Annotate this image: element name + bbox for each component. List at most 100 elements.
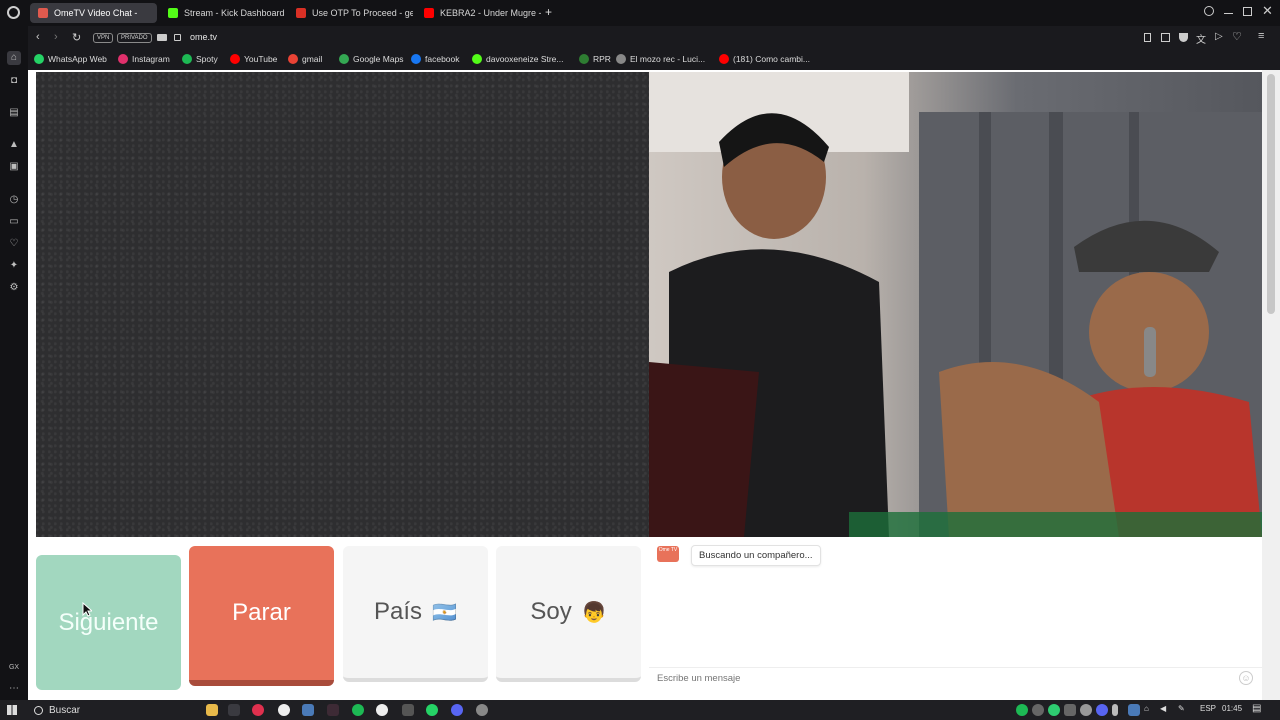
next-button[interactable]: Siguiente — [36, 555, 181, 690]
country-button[interactable]: País 🇦🇷 — [343, 546, 488, 682]
country-button-label: País — [374, 598, 423, 625]
shield-icon[interactable] — [1179, 33, 1188, 42]
active-browser-icon[interactable] — [327, 704, 339, 716]
tab-kebra2[interactable]: KEBRA2 - Under Mugre - — [416, 3, 541, 23]
bookmark-item[interactable]: gmail — [288, 54, 322, 64]
page-scrollbar[interactable] — [1262, 70, 1280, 700]
clock[interactable]: 01:45 — [1222, 704, 1242, 713]
back-arrow-icon[interactable]: ‹ — [36, 31, 40, 43]
search-tabs-icon[interactable] — [1204, 6, 1214, 16]
snapshot-icon[interactable] — [1161, 33, 1170, 42]
stop-button[interactable]: Parar — [189, 546, 334, 686]
gender-button[interactable]: Soy 👦 — [496, 546, 641, 682]
app-icon[interactable] — [278, 704, 290, 716]
notifications-icon[interactable]: ▤ — [1252, 703, 1261, 714]
bookmark-item[interactable]: davooxeneize Stre... — [472, 54, 564, 64]
pen-icon[interactable]: ✎ — [1178, 704, 1185, 713]
tabs-icon[interactable]: ▭ — [7, 215, 21, 229]
microphone-icon[interactable] — [1112, 704, 1118, 716]
maximize-button[interactable] — [1243, 7, 1252, 16]
camera-icon[interactable] — [157, 34, 167, 41]
tab-label: OmeTV Video Chat - — [54, 8, 138, 18]
heart-icon[interactable]: ♡ — [1232, 30, 1242, 43]
windows-start-icon[interactable] — [7, 705, 17, 715]
argentina-flag-icon: 🇦🇷 — [432, 601, 457, 624]
tray-app-icon[interactable] — [1064, 704, 1076, 716]
ometv-page: Siguiente Parar País 🇦🇷 Soy 👦 Ome TV Bus… — [28, 70, 1280, 700]
favorites-heart-icon[interactable]: ♡ — [7, 237, 21, 251]
gx-corner-icon[interactable]: ▤ — [7, 106, 21, 120]
twitch-icon[interactable]: ▣ — [7, 160, 21, 174]
tray-app-icon[interactable] — [1032, 704, 1044, 716]
bookmark-item[interactable]: Google Maps — [339, 54, 404, 64]
minimize-button[interactable] — [1224, 13, 1233, 14]
tray-steam-icon[interactable] — [1128, 704, 1140, 716]
bookmark-favicon-icon — [288, 54, 298, 64]
bookmarks-bar: WhatsApp Web Instagram Spoty YouTube gmail Go… — [28, 50, 1280, 70]
ometv-favicon-icon — [38, 8, 48, 18]
home-icon[interactable]: ⌂ — [7, 51, 21, 65]
new-tab-button[interactable]: + — [545, 5, 552, 19]
chat-panel: Ome TV Buscando un compañero... ☺ — [649, 540, 1262, 690]
bookmark-label: RPR — [593, 54, 611, 64]
terminal-icon[interactable] — [228, 704, 240, 716]
tray-status-icon[interactable] — [1048, 704, 1060, 716]
tray-spotify-icon[interactable] — [1016, 704, 1028, 716]
bookmark-item[interactable]: Spoty — [182, 54, 218, 64]
tab-otp[interactable]: Use OTP To Proceed - ge — [288, 3, 413, 23]
url-field[interactable]: ome.tv — [190, 32, 217, 42]
discord-icon[interactable] — [451, 704, 463, 716]
message-input[interactable] — [649, 667, 1262, 689]
more-icon[interactable]: ⋯ — [7, 682, 21, 696]
reload-icon[interactable]: ↻ — [72, 31, 81, 44]
bookmark-item[interactable]: RPR — [579, 54, 611, 64]
close-window-button[interactable]: ✕ — [1262, 3, 1273, 19]
gamepad-icon[interactable]: ◘ — [7, 74, 21, 88]
steam-icon[interactable] — [302, 704, 314, 716]
bookmark-favicon-icon — [118, 54, 128, 64]
scrollbar-thumb[interactable] — [1267, 74, 1275, 314]
bookmark-favicon-icon — [34, 54, 44, 64]
whatsapp-icon[interactable] — [426, 704, 438, 716]
tray-steam-icon[interactable] — [1080, 704, 1092, 716]
bookmark-label: Google Maps — [353, 54, 404, 64]
bookmark-item[interactable]: facebook — [411, 54, 460, 64]
sidebar: ⌂ ◘ ▤ ▲ ▣ ◷ ▭ ♡ ✦ ⚙ GX ⋯ — [0, 26, 28, 700]
file-explorer-icon[interactable] — [206, 704, 218, 716]
lock-icon[interactable] — [174, 34, 181, 41]
spotify-icon[interactable] — [352, 704, 364, 716]
private-badge[interactable]: PRIVADO — [117, 33, 152, 43]
vpn-badge[interactable]: VPN — [93, 33, 114, 43]
taskbar-search[interactable]: Buscar — [28, 702, 158, 718]
bookmark-item[interactable]: Instagram — [118, 54, 170, 64]
obs-icon[interactable] — [476, 704, 488, 716]
settings-gear-icon[interactable]: ⚙ — [7, 281, 21, 295]
gx-label[interactable]: GX — [7, 661, 21, 675]
play-icon[interactable]: ▷ — [1215, 31, 1223, 42]
clock-app-icon[interactable] — [376, 704, 388, 716]
bookmark-item[interactable]: WhatsApp Web — [34, 54, 107, 64]
emoji-icon[interactable]: ☺ — [1239, 671, 1253, 685]
player-icon[interactable]: ▲ — [7, 138, 21, 152]
tray-discord-icon[interactable] — [1096, 704, 1108, 716]
extensions-icon[interactable]: ✦ — [7, 259, 21, 273]
bookmark-page-icon[interactable] — [1144, 33, 1151, 42]
opera-gx-logo-icon[interactable] — [7, 6, 20, 19]
forward-arrow-icon[interactable]: › — [54, 31, 58, 43]
own-camera-video — [36, 72, 649, 537]
translate-icon[interactable]: 文 — [1196, 31, 1206, 46]
network-icon[interactable]: ⌂ — [1144, 704, 1149, 713]
tab-ometv[interactable]: OmeTV Video Chat - — [30, 3, 157, 23]
bookmark-item[interactable]: (181) Como cambi... — [719, 54, 810, 64]
wine-glass — [649, 362, 759, 537]
bookmark-item[interactable]: YouTube — [230, 54, 277, 64]
tab-kick-dashboard[interactable]: Stream - Kick Dashboard — [160, 3, 285, 23]
menu-icon[interactable]: ≡ — [1258, 30, 1264, 42]
history-icon[interactable]: ◷ — [7, 193, 21, 207]
bookmark-item[interactable]: El mozo rec - Luci... — [616, 54, 705, 64]
capcut-icon[interactable] — [402, 704, 414, 716]
bookmark-label: YouTube — [244, 54, 278, 64]
language-indicator[interactable]: ESP — [1200, 704, 1216, 713]
opera-gx-icon[interactable] — [252, 704, 264, 716]
volume-icon[interactable]: ◀ — [1160, 704, 1166, 713]
